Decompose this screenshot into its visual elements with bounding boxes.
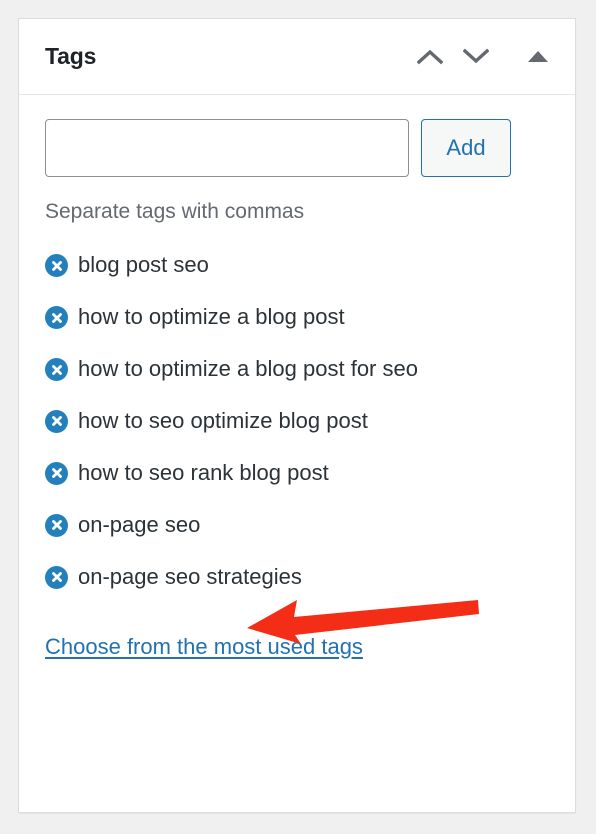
remove-tag-icon[interactable] bbox=[45, 513, 68, 537]
move-down-button[interactable] bbox=[453, 34, 499, 80]
list-item: how to optimize a blog post for seo bbox=[45, 354, 470, 384]
tag-help-text: Separate tags with commas bbox=[45, 200, 305, 223]
remove-tag-icon[interactable] bbox=[45, 461, 68, 485]
remove-tag-icon[interactable] bbox=[45, 565, 68, 589]
tag-label: on-page seo bbox=[78, 511, 201, 537]
tag-input[interactable] bbox=[45, 119, 409, 177]
list-item: how to seo rank blog post bbox=[45, 458, 470, 488]
tag-label: how to seo optimize blog post bbox=[78, 407, 368, 433]
tag-label: on-page seo strategies bbox=[78, 563, 302, 589]
screen: Tags Add Separate tags with commas blog … bbox=[0, 0, 596, 834]
panel-header-actions bbox=[407, 34, 561, 80]
chevron-down-icon bbox=[463, 48, 489, 65]
page-title: Tags bbox=[45, 43, 97, 69]
move-up-button[interactable] bbox=[407, 34, 453, 80]
list-item: on-page seo bbox=[45, 510, 470, 540]
tag-label: how to optimize a blog post for seo bbox=[78, 356, 418, 381]
remove-tag-icon[interactable] bbox=[45, 358, 68, 381]
list-item: how to seo optimize blog post bbox=[45, 406, 470, 436]
choose-most-used-tags-link[interactable]: Choose from the most used tags bbox=[45, 634, 363, 660]
toggle-panel-button[interactable] bbox=[515, 34, 561, 80]
list-item: how to optimize a blog post bbox=[45, 302, 470, 332]
add-tag-row: Add bbox=[45, 119, 549, 177]
remove-tag-icon[interactable] bbox=[45, 254, 68, 278]
remove-tag-icon[interactable] bbox=[45, 306, 68, 330]
list-item: on-page seo strategies bbox=[45, 562, 470, 592]
tag-label: how to optimize a blog post bbox=[78, 304, 345, 330]
tags-metabox-panel: Tags Add Separate tags with commas blog … bbox=[18, 18, 576, 813]
panel-body: Add Separate tags with commas blog post … bbox=[19, 95, 575, 660]
tag-list: blog post seo how to optimize a blog pos… bbox=[45, 250, 549, 591]
remove-tag-icon[interactable] bbox=[45, 409, 68, 433]
chevron-up-icon bbox=[417, 48, 443, 65]
panel-header: Tags bbox=[19, 19, 575, 95]
tag-label: how to seo rank blog post bbox=[78, 459, 329, 485]
tag-label: blog post seo bbox=[78, 252, 209, 278]
toggle-panel-icon bbox=[527, 50, 549, 63]
add-tag-button[interactable]: Add bbox=[421, 119, 511, 177]
list-item: blog post seo bbox=[45, 250, 470, 280]
